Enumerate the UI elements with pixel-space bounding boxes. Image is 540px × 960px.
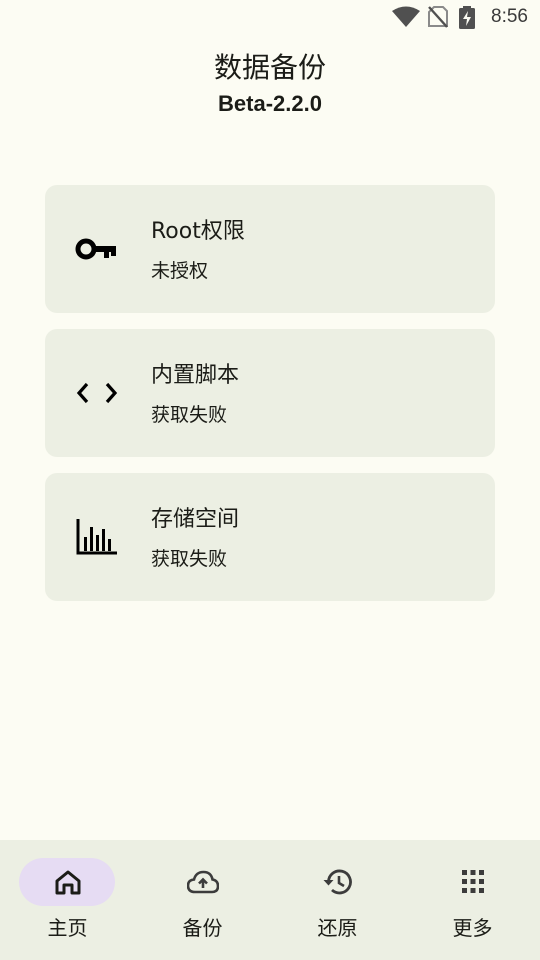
- no-sim-icon: [428, 6, 448, 28]
- bar-chart-icon: [76, 519, 117, 555]
- card-root-permission[interactable]: Root权限 未授权: [45, 185, 495, 313]
- nav-label: 更多: [452, 916, 493, 940]
- cloud-upload-icon: [187, 870, 219, 894]
- nav-label: 还原: [317, 916, 358, 940]
- nav-label: 主页: [47, 916, 88, 940]
- card-status: 获取失败: [151, 548, 228, 570]
- nav-item-backup[interactable]: 备份: [135, 840, 270, 960]
- bottom-nav: 主页 备份 还原 更多: [0, 840, 540, 960]
- card-status: 未授权: [151, 260, 209, 282]
- key-icon: [75, 238, 116, 260]
- nav-item-home[interactable]: 主页: [0, 840, 135, 960]
- battery-charging-icon: [459, 6, 475, 29]
- app-version: Beta-2.2.0: [218, 91, 322, 116]
- code-icon: [76, 382, 118, 404]
- home-icon: [55, 870, 81, 895]
- nav-label: 备份: [182, 916, 223, 940]
- card-storage-space[interactable]: 存储空间 获取失败: [45, 473, 495, 601]
- page-title: 数据备份: [213, 51, 326, 84]
- history-icon: [323, 869, 352, 895]
- nav-item-more[interactable]: 更多: [405, 840, 540, 960]
- card-title: 内置脚本: [151, 363, 240, 388]
- card-title: Root权限: [151, 219, 245, 244]
- app-header: 数据备份 Beta-2.2.0: [0, 50, 540, 118]
- card-title: 存储空间: [151, 507, 240, 532]
- apps-grid-icon: [462, 870, 484, 893]
- status-time: 8:56: [491, 6, 528, 27]
- status-bar: 8:56: [0, 0, 540, 36]
- card-status: 获取失败: [151, 404, 228, 426]
- card-builtin-script[interactable]: 内置脚本 获取失败: [45, 329, 495, 457]
- wifi-icon: [392, 6, 420, 27]
- nav-item-restore[interactable]: 还原: [270, 840, 405, 960]
